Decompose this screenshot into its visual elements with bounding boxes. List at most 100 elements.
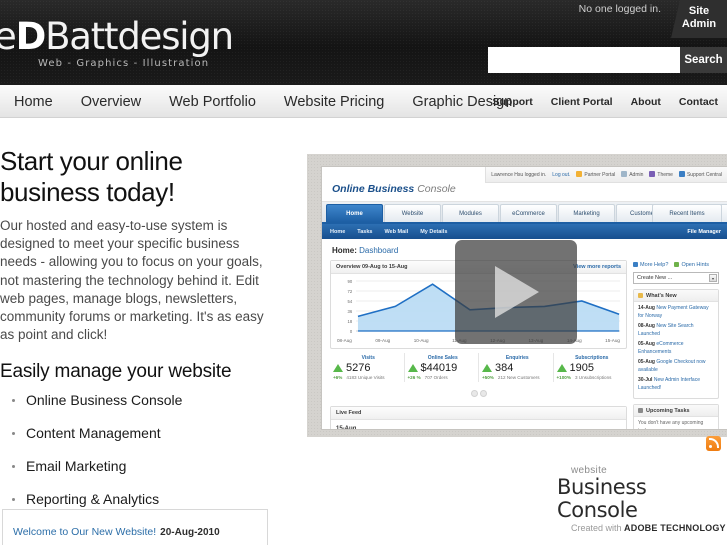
console-tab-recent-items[interactable]: Recent Items [652,204,722,222]
console-subnav-web-mail[interactable]: Web Mail [384,229,408,235]
list-item[interactable]: 14-Aug New Payment Gateway for Norway [638,305,714,320]
brand-created-label: Created with [571,523,622,533]
nav-item-support[interactable]: Support [483,96,541,108]
console-subnav-home[interactable]: Home [330,229,345,235]
console-sidebar: More Help? Open Hints Create New ... ▾ W… [633,260,719,429]
stats-pager[interactable] [330,384,627,402]
console-userbar: Lawrence Hsu logged in. Log out. Partner… [485,167,727,183]
search-input[interactable] [489,48,679,72]
nav-item-overview[interactable]: Overview [67,94,155,110]
site-logo[interactable]: eDBattdesign Web - Graphics - Illustrati… [0,15,234,69]
stat-value: $44019 [420,362,458,374]
console-link-support-central[interactable]: Support Central [678,171,722,178]
svg-text:72: 72 [348,289,353,294]
console-link-admin[interactable]: Admin [621,171,643,178]
list-item[interactable]: Reporting & Analytics [0,491,292,507]
upcoming-tasks-text: You don't have any upcoming tasks. [638,420,704,429]
console-logout-link[interactable]: Log out. [552,172,570,178]
stat-enquiries: Enquiries 384 +50% 212 New Customers [478,353,553,382]
stat-percent: +26 % [407,375,421,380]
nav-item-web-portfolio[interactable]: Web Portfolio [155,94,270,110]
whats-new-date: 14-Aug [638,305,655,311]
list-item[interactable]: Content Management [0,425,292,441]
feature-list: Online Business Console Content Manageme… [0,392,292,507]
pager-next-icon[interactable] [479,390,487,397]
nav-item-website-pricing[interactable]: Website Pricing [270,94,398,110]
nav-primary-group: Home Overview Web Portfolio Website Pric… [0,85,526,118]
stat-percent: +100% [556,375,571,380]
console-logo: Online Business Console [332,183,456,195]
list-item[interactable]: 30-Jul New Admin Interface Launched! [638,377,714,392]
logo-bold: D [15,15,47,58]
logo-tagline: Web - Graphics - Illustration [38,58,210,69]
list-item[interactable]: 05-Aug Google Checkout now available [638,359,714,374]
console-sidebar-links: More Help? Open Hints [633,260,719,272]
more-help-link[interactable]: More Help? [633,262,668,268]
video-play-button[interactable] [455,240,577,344]
stat-label: Visits [361,355,375,361]
console-logo-light: Console [417,183,456,195]
console-link-theme[interactable]: Theme [649,171,673,178]
nav-item-client-portal[interactable]: Client Portal [542,96,622,108]
upcoming-tasks-body: You don't have any upcoming tasks. [634,417,718,429]
console-tab-ecommerce[interactable]: eCommerce [500,204,557,222]
create-new-select[interactable]: Create New ... ▾ [633,272,719,284]
more-help-label: More Help? [640,262,669,268]
chart-x-tick: 10-Aug [413,338,429,343]
site-admin-button[interactable]: Site Admin [671,0,727,38]
whats-new-body: 14-Aug New Payment Gateway for Norway 08… [634,302,718,398]
nav-item-contact[interactable]: Contact [670,96,727,108]
stat-online-sales: Online Sales $44019 +26 % 707 Orders [403,353,479,382]
console-subnav-tasks[interactable]: Tasks [357,229,372,235]
search-button[interactable]: Search [680,47,727,73]
view-more-reports-link[interactable]: View more reports [573,261,621,274]
section-subheading: Easily manage your website [0,361,232,383]
nav-item-about[interactable]: About [622,96,670,108]
console-link-partner-portal[interactable]: Partner Portal [576,171,615,178]
palette-icon [649,171,656,177]
console-file-manager-link[interactable]: File Manager [687,229,721,235]
nav-item-home[interactable]: Home [0,94,67,110]
rss-icon[interactable] [706,436,721,451]
stat-value-row: 5276 [333,362,404,374]
news-title-link[interactable]: Welcome to Our New Website! [13,526,156,538]
logged-in-status: No one logged in. [578,3,661,15]
console-subnav-my-details[interactable]: My Details [420,229,447,235]
stat-sub-row: +100% 3 Unsubscriptions [557,375,628,380]
breadcrumb-page[interactable]: Dashboard [359,246,398,255]
list-item[interactable]: Online Business Console [0,392,292,408]
console-tab-marketing[interactable]: Marketing [558,204,615,222]
clipboard-icon [638,408,643,413]
stat-visits: Visits 5276 +6% 4183 Unique Visits [330,353,404,382]
open-hints-label: Open Hints [681,262,709,268]
list-item[interactable]: 08-Aug New Site Search Launched [638,323,714,338]
search-box [488,47,680,73]
news-date: 20-Aug-2010 [160,527,220,538]
arrow-up-icon [556,364,567,372]
breadcrumb-label: Home: [332,246,357,255]
stat-label: Subscriptions [575,355,609,361]
list-item[interactable]: 05-Aug eCommerce Enhancements [638,341,714,356]
whats-new-date: 30-Jul [638,377,653,383]
stat-percent: +6% [333,375,343,380]
live-feed-title: Live Feed [336,410,362,416]
chevron-down-icon[interactable]: ▾ [709,274,717,282]
open-hints-link[interactable]: Open Hints [674,262,709,268]
svg-text:54: 54 [348,299,353,304]
svg-text:90: 90 [348,279,353,284]
console-tab-modules[interactable]: Modules [442,204,499,222]
main-navigation: Home Overview Web Portfolio Website Pric… [0,85,727,118]
overview-title: Overview 09-Aug to 15-Aug [336,264,408,270]
pager-prev-icon[interactable] [470,390,478,397]
stat-percent: +50% [482,375,494,380]
logo-prefix: e [0,15,17,58]
list-item[interactable]: Email Marketing [0,458,292,474]
whats-new-panel: What's New 14-Aug New Payment Gateway fo… [633,289,719,399]
stat-value: 384 [495,362,514,374]
whats-new-date: 05-Aug [638,359,655,365]
svg-text:18: 18 [348,319,353,324]
console-tab-website[interactable]: Website [384,204,441,222]
chart-y-ticks: 90 72 54 36 18 0 [348,279,353,334]
stat-note: 3 Unsubscriptions [574,375,612,380]
console-tab-home[interactable]: Home [326,204,383,222]
